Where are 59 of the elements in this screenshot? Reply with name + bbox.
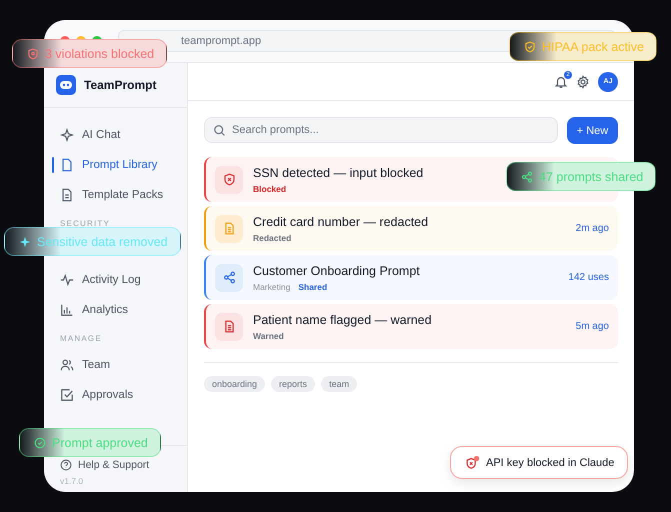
- row-title: Patient name flagged — warned: [253, 312, 432, 326]
- document-icon: [222, 320, 236, 333]
- nav-item[interactable]: Activity Log: [52, 265, 179, 295]
- sparkle-icon: [60, 128, 74, 142]
- row-meta: 142 uses: [568, 272, 609, 283]
- prompt-row[interactable]: Customer Onboarding Prompt Marketing Shared 142 uses: [204, 255, 618, 300]
- activity-icon: [60, 273, 74, 287]
- search-field[interactable]: Search prompts...: [204, 117, 558, 143]
- users-icon: [60, 358, 74, 372]
- prompt-row[interactable]: Patient name flagged — warned Warned 5m ago: [204, 304, 618, 349]
- bar-chart-icon: [60, 303, 74, 317]
- nav-item[interactable]: Team: [52, 350, 179, 380]
- shield-check-icon: [524, 40, 536, 52]
- new-button[interactable]: + New: [567, 117, 618, 144]
- check-circle-icon: [34, 436, 46, 448]
- row-title: SSN detected — input blocked: [253, 166, 424, 180]
- search-icon: [213, 124, 226, 137]
- section-heading: SECURITY: [59, 218, 112, 230]
- tag-chip[interactable]: reports: [271, 376, 316, 392]
- row-title: Customer Onboarding Prompt: [253, 264, 420, 278]
- tag-chip[interactable]: onboarding: [204, 376, 266, 392]
- row-status: Redacted: [253, 232, 292, 242]
- shield-icon: [27, 48, 39, 60]
- row-category: Marketing: [253, 282, 290, 292]
- notification-toast: 47 prompts shared: [506, 162, 656, 191]
- help-link[interactable]: Help & Support: [52, 454, 179, 476]
- notification-toast: Prompt approved: [19, 428, 161, 457]
- bell-icon[interactable]: [554, 74, 568, 88]
- row-meta: 5m ago: [576, 321, 609, 332]
- shield-x-icon: [465, 454, 481, 470]
- row-status: Shared: [298, 282, 328, 292]
- document-icon: [60, 158, 74, 172]
- nav-item[interactable]: Analytics: [52, 295, 179, 325]
- app-name: TeamPrompt: [84, 78, 156, 92]
- robot-logo-icon: [56, 75, 76, 95]
- share-icon: [222, 271, 236, 284]
- tag-chip[interactable]: team: [321, 376, 358, 392]
- toast-notification: API key blocked in Claude: [450, 446, 628, 479]
- nav-item[interactable]: Prompt Library: [52, 150, 179, 180]
- notification-toast: HIPAA pack active: [509, 32, 657, 61]
- checkbox-icon: [60, 388, 74, 402]
- help-icon: [60, 459, 72, 471]
- share-icon: [521, 170, 533, 182]
- row-status: Warned: [253, 330, 284, 340]
- version-label: v1.7.0: [59, 476, 84, 486]
- nav-item[interactable]: AI Chat: [52, 120, 179, 150]
- document-icon: [222, 222, 236, 235]
- notification-toast: 3 violations blocked: [12, 39, 168, 68]
- nav-item[interactable]: Template Packs: [52, 180, 179, 210]
- section-heading: MANAGE: [59, 333, 103, 345]
- sparkle-icon: [19, 236, 31, 248]
- prompt-row[interactable]: Credit card number — redacted Redacted 2m ago: [204, 206, 618, 251]
- document-icon: [60, 188, 74, 202]
- row-meta: 2m ago: [576, 223, 609, 234]
- nav-item[interactable]: Approvals: [52, 380, 179, 410]
- shield-x-icon: [222, 173, 236, 186]
- settings-icon[interactable]: [576, 74, 590, 88]
- row-title: Credit card number — redacted: [253, 214, 428, 228]
- row-status: Blocked: [253, 184, 286, 194]
